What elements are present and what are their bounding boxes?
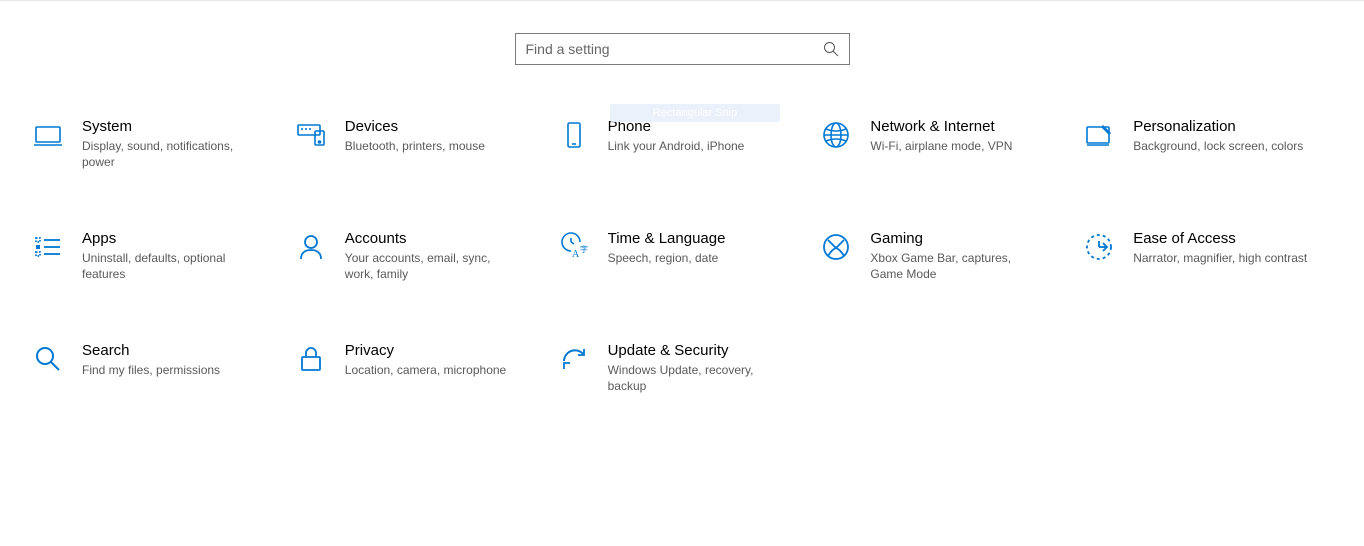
lock-icon <box>295 343 327 375</box>
tile-desc: Your accounts, email, sync, work, family <box>345 250 520 282</box>
tile-desc: Narrator, magnifier, high contrast <box>1133 250 1307 266</box>
search-input[interactable] <box>526 41 823 57</box>
tile-desc: Bluetooth, printers, mouse <box>345 138 485 154</box>
svg-text:字: 字 <box>580 244 588 254</box>
tile-devices[interactable]: Devices Bluetooth, printers, mouse <box>293 115 546 172</box>
tile-desc: Display, sound, notifications, power <box>82 138 257 170</box>
tile-text: Privacy Location, camera, microphone <box>345 341 506 378</box>
tile-title: Ease of Access <box>1133 229 1307 249</box>
settings-grid: System Display, sound, notifications, po… <box>0 115 1364 396</box>
gaming-icon <box>820 231 852 263</box>
tile-desc: Windows Update, recovery, backup <box>608 362 783 394</box>
accounts-icon <box>295 231 327 263</box>
tile-title: Privacy <box>345 341 506 361</box>
tile-apps[interactable]: Apps Uninstall, defaults, optional featu… <box>30 227 283 284</box>
tile-text: Ease of Access Narrator, magnifier, high… <box>1133 229 1307 266</box>
tile-desc: Background, lock screen, colors <box>1133 138 1303 154</box>
tile-title: Accounts <box>345 229 520 249</box>
tile-desc: Location, camera, microphone <box>345 362 506 378</box>
tile-text: Time & Language Speech, region, date <box>608 229 726 266</box>
tile-title: Time & Language <box>608 229 726 249</box>
search-box[interactable] <box>515 33 850 65</box>
tile-desc: Link your Android, iPhone <box>608 138 745 154</box>
tile-privacy[interactable]: Privacy Location, camera, microphone <box>293 339 546 396</box>
devices-icon <box>295 119 327 151</box>
tile-ease-of-access[interactable]: Ease of Access Narrator, magnifier, high… <box>1081 227 1334 284</box>
tile-text: Apps Uninstall, defaults, optional featu… <box>82 229 257 282</box>
tile-text: Accounts Your accounts, email, sync, wor… <box>345 229 520 282</box>
tile-title: System <box>82 117 257 137</box>
phone-icon <box>558 119 590 151</box>
globe-icon <box>820 119 852 151</box>
system-icon <box>32 119 64 151</box>
tile-title: Update & Security <box>608 341 783 361</box>
tile-time-language[interactable]: A 字 Time & Language Speech, region, date <box>556 227 809 284</box>
apps-icon <box>32 231 64 263</box>
personalization-icon <box>1083 119 1115 151</box>
tile-title: Network & Internet <box>870 117 1012 137</box>
tile-title: Personalization <box>1133 117 1303 137</box>
tile-phone[interactable]: Phone Link your Android, iPhone <box>556 115 809 172</box>
snip-overlay: Rectangular Snip <box>610 104 780 122</box>
tile-text: Search Find my files, permissions <box>82 341 220 378</box>
update-icon <box>558 343 590 375</box>
ease-of-access-icon <box>1083 231 1115 263</box>
tile-text: Personalization Background, lock screen,… <box>1133 117 1303 154</box>
tile-title: Search <box>82 341 220 361</box>
tile-update-security[interactable]: Update & Security Windows Update, recove… <box>556 339 809 396</box>
time-language-icon: A 字 <box>558 231 590 263</box>
tile-gaming[interactable]: Gaming Xbox Game Bar, captures, Game Mod… <box>818 227 1071 284</box>
tile-network[interactable]: Network & Internet Wi-Fi, airplane mode,… <box>818 115 1071 172</box>
tile-personalization[interactable]: Personalization Background, lock screen,… <box>1081 115 1334 172</box>
tile-desc: Find my files, permissions <box>82 362 220 378</box>
tile-text: Gaming Xbox Game Bar, captures, Game Mod… <box>870 229 1045 282</box>
tile-text: Devices Bluetooth, printers, mouse <box>345 117 485 154</box>
tile-text: Update & Security Windows Update, recove… <box>608 341 783 394</box>
tile-desc: Wi-Fi, airplane mode, VPN <box>870 138 1012 154</box>
tile-system[interactable]: System Display, sound, notifications, po… <box>30 115 283 172</box>
tile-text: Phone Link your Android, iPhone <box>608 117 745 154</box>
tile-desc: Uninstall, defaults, optional features <box>82 250 257 282</box>
tile-text: Network & Internet Wi-Fi, airplane mode,… <box>870 117 1012 154</box>
tile-title: Devices <box>345 117 485 137</box>
tile-title: Apps <box>82 229 257 249</box>
search-icon <box>823 41 839 57</box>
tile-search[interactable]: Search Find my files, permissions <box>30 339 283 396</box>
tile-title: Gaming <box>870 229 1045 249</box>
tile-desc: Xbox Game Bar, captures, Game Mode <box>870 250 1045 282</box>
svg-text:A: A <box>572 249 580 260</box>
tile-desc: Speech, region, date <box>608 250 726 266</box>
tile-accounts[interactable]: Accounts Your accounts, email, sync, wor… <box>293 227 546 284</box>
search-area <box>0 1 1364 115</box>
search-tile-icon <box>32 343 64 375</box>
tile-text: System Display, sound, notifications, po… <box>82 117 257 170</box>
